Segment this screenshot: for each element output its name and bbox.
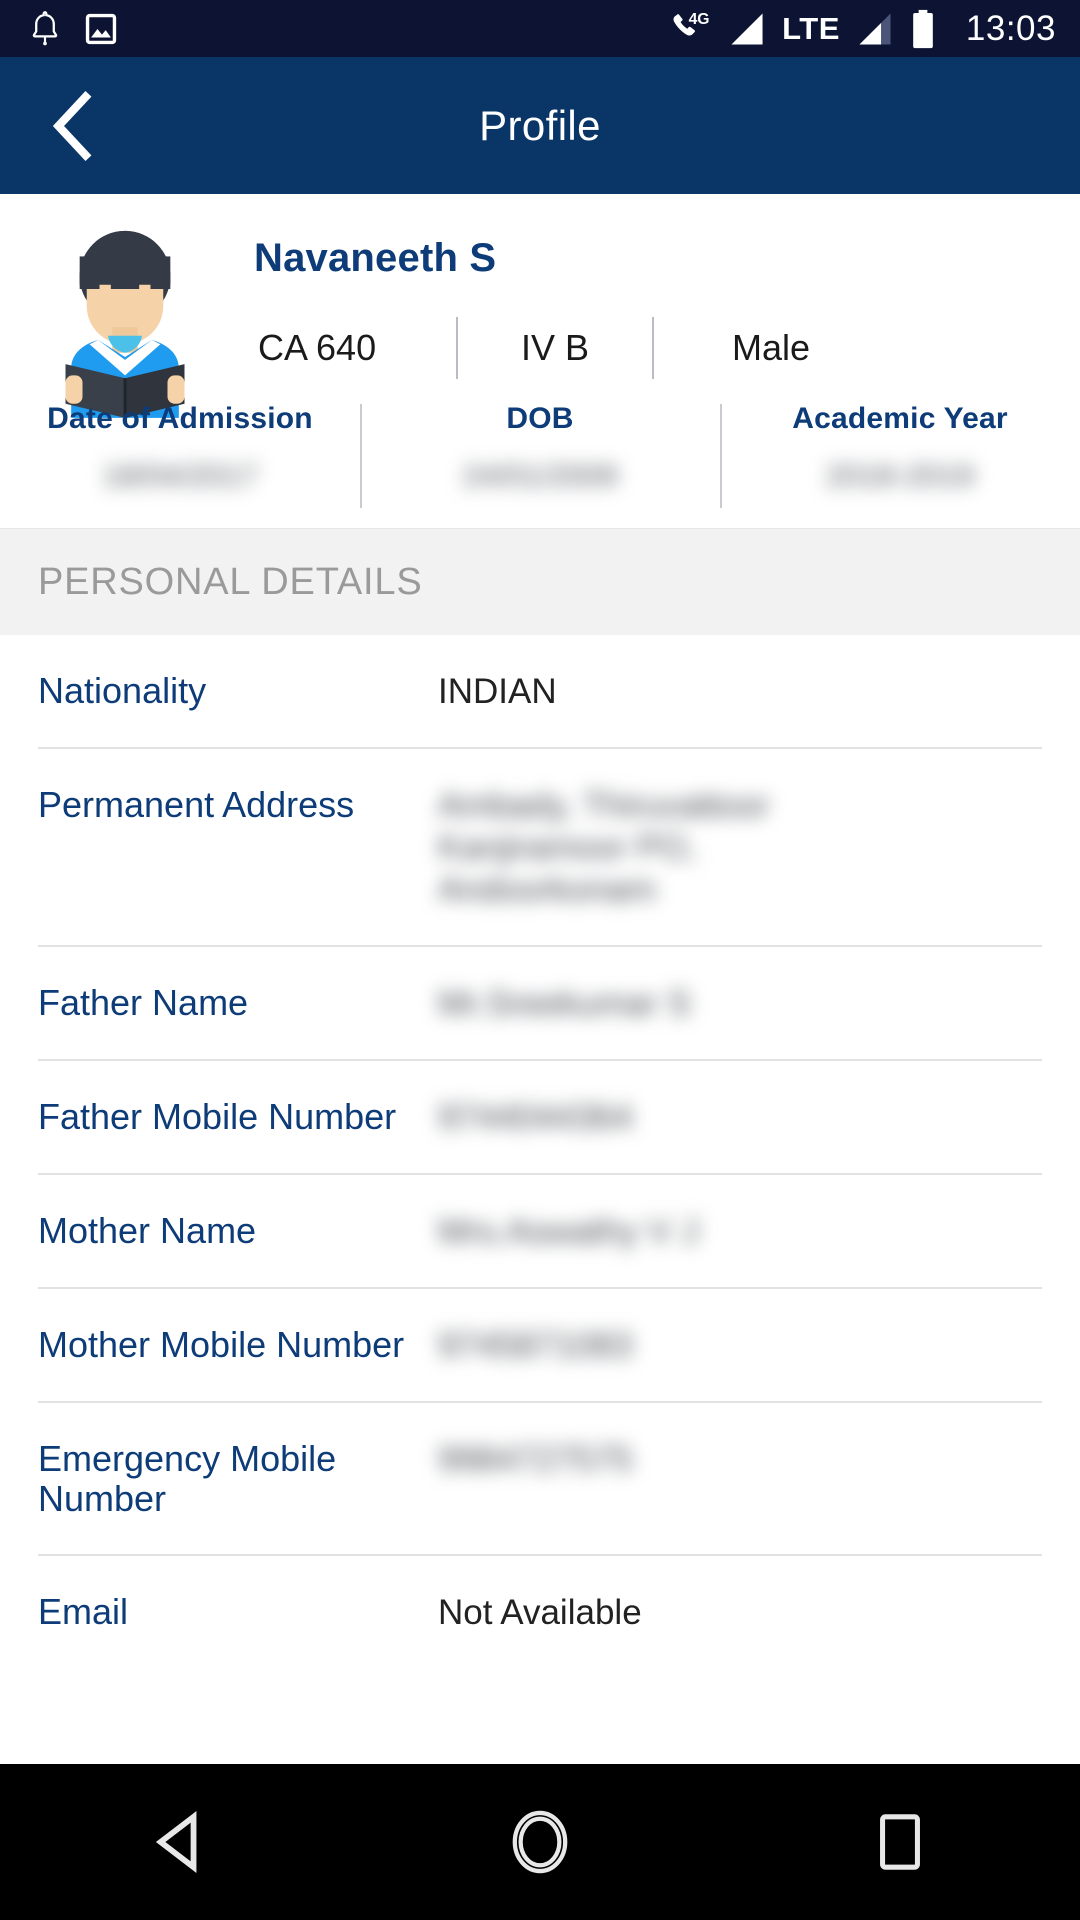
detail-value-redacted: Mr.Sreekumar S [438,984,691,1023]
detail-row-father-mobile-number[interactable]: Father Mobile Number 9744044364 [38,1061,1042,1175]
nav-home-button[interactable] [465,1787,615,1897]
bell-icon [28,10,62,48]
status-bar: 4G LTE 13:03 [0,0,1080,57]
stat-label: DOB [506,402,574,435]
student-gender: Male [731,327,811,368]
svg-text:4G: 4G [689,11,710,28]
chevron-left-icon [48,90,100,161]
student-reading-book-avatar [40,228,210,418]
detail-label: Mother Name [38,1210,257,1251]
detail-row-mother-name[interactable]: Mother Name Mrs.Aswathy V J [38,1175,1042,1289]
phone-screen: 4G LTE 13:03 Profile Navaneeth S CA 640 … [0,0,1080,1920]
page-title: Profile [479,101,601,149]
status-bar-left-icons [28,10,118,48]
detail-label: Email [38,1590,129,1632]
personal-details-list: Nationality INDIAN Permanent Address Amb… [0,635,1080,1668]
stat-date-of-admission: Date of Admission 18/04/2017 [0,402,360,494]
detail-label: Permanent Address [38,784,355,825]
profile-info: Navaneeth S CA 640 IV B Male [250,222,1080,390]
android-navigation-bar [0,1764,1080,1920]
detail-label: Father Mobile Number [38,1096,397,1137]
detail-row-nationality[interactable]: Nationality INDIAN [38,635,1042,749]
signal-bars-2-icon [854,10,896,48]
section-title: PERSONAL DETAILS [38,560,423,603]
detail-row-father-name[interactable]: Father Name Mr.Sreekumar S [38,947,1042,1061]
detail-label: Mother Mobile Number [38,1324,405,1365]
profile-identity-row: Navaneeth S CA 640 IV B Male [0,194,1080,418]
nav-back-button[interactable] [105,1787,255,1897]
stat-academic-year: Academic Year 2018-2019 [720,402,1080,508]
circle-home-icon [509,1808,571,1876]
stat-label: Date of Admission [47,402,313,435]
avatar [0,222,250,418]
battery-icon [910,9,936,49]
student-class: IV B [520,327,590,368]
stat-label: Academic Year [792,402,1008,435]
image-icon [84,12,118,46]
stat-dob: DOB 24/01/2009 [360,402,720,508]
profile-stats-row: Date of Admission 18/04/2017 DOB 24/01/2… [0,402,1080,528]
detail-row-emergency-mobile-number[interactable]: Emergency Mobile Number 9984727575 [38,1403,1042,1556]
stat-value-redacted: 24/01/2009 [462,458,618,493]
scroll-container[interactable]: Navaneeth S CA 640 IV B Male Date of Adm… [0,194,1080,1721]
detail-row-mother-mobile-number[interactable]: Mother Mobile Number 9745871083 [38,1289,1042,1403]
app-bar: Profile [0,57,1080,194]
detail-row-email[interactable]: Email Not Available [38,1556,1042,1668]
detail-value-redacted: 9984727575 [438,1440,633,1479]
detail-value-redacted: 9744044364 [438,1098,633,1137]
lte-label: LTE [782,10,840,46]
nav-recents-button[interactable] [825,1787,975,1897]
status-bar-right-icons: 4G LTE 13:03 [668,9,1056,49]
signal-bars-icon [726,10,768,48]
detail-value-redacted: Mrs.Aswathy V J [438,1212,699,1251]
call-4g-icon: 4G [668,9,712,49]
student-name: Navaneeth S [254,236,497,280]
student-meta-row: CA 640 IV B Male [254,317,1050,379]
student-roll: CA 640 [258,327,377,368]
meta-divider [456,317,458,379]
detail-value: INDIAN [438,672,557,711]
back-button[interactable] [26,78,122,174]
detail-label: Emergency Mobile Number [38,1438,337,1520]
detail-label: Father Name [38,982,249,1023]
stat-value-redacted: 2018-2019 [825,458,975,493]
detail-row-permanent-address[interactable]: Permanent Address Ambady, Thiruvattoor K… [38,749,1042,947]
detail-value: Not Available [438,1592,642,1632]
triangle-back-icon [151,1811,209,1873]
status-bar-clock: 13:03 [965,8,1056,48]
stat-value-redacted: 18/04/2017 [102,458,258,493]
detail-label: Nationality [38,670,207,711]
profile-header: Navaneeth S CA 640 IV B Male Date of Adm… [0,194,1080,528]
square-recents-icon [876,1811,924,1873]
meta-divider [652,317,654,379]
section-header-personal-details: PERSONAL DETAILS [0,528,1080,635]
detail-value-redacted: 9745871083 [438,1326,633,1365]
detail-value-redacted: Ambady, Thiruvattoor Kanjiramoor PO, And… [438,786,770,909]
